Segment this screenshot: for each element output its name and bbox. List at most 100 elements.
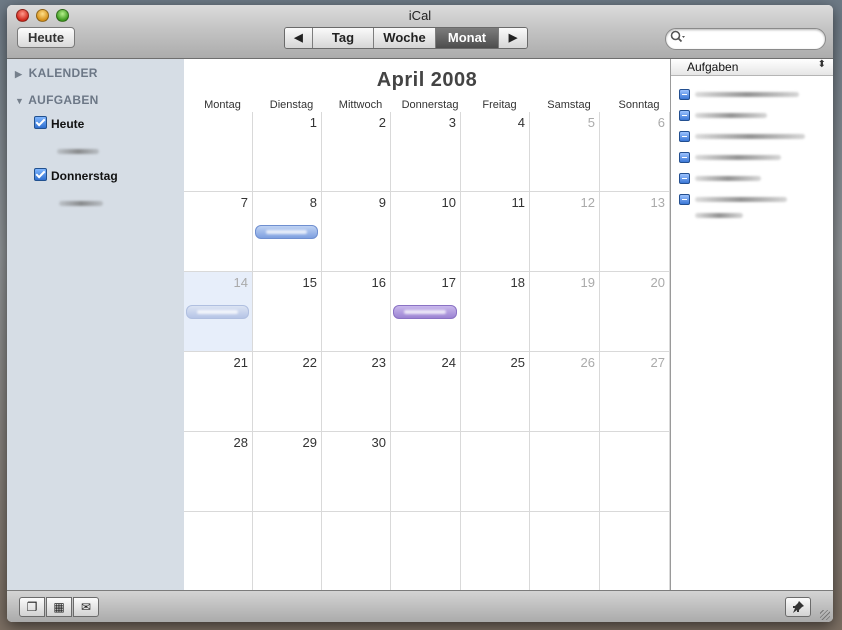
task-group-today[interactable]: Heute bbox=[34, 116, 84, 131]
day-cell[interactable]: 24 bbox=[391, 352, 461, 432]
day-number: 12 bbox=[580, 195, 595, 210]
mini-calendar-icon[interactable]: ▦ bbox=[46, 597, 72, 617]
day-cell[interactable]: 14 bbox=[184, 272, 253, 352]
task-item[interactable] bbox=[679, 87, 829, 101]
tab-month[interactable]: Monat bbox=[436, 28, 499, 48]
day-cell[interactable]: 4 bbox=[461, 112, 530, 192]
task-item[interactable] bbox=[679, 108, 829, 122]
task-checkbox[interactable] bbox=[679, 89, 690, 100]
pushpin-icon[interactable] bbox=[785, 597, 811, 617]
search-input[interactable] bbox=[690, 31, 822, 49]
task-group-thursday[interactable]: Donnerstag bbox=[34, 168, 118, 183]
obscured-task-text bbox=[695, 176, 761, 181]
task-checkbox[interactable] bbox=[679, 131, 690, 142]
empty-day-cell[interactable] bbox=[600, 432, 670, 512]
day-cell[interactable]: 28 bbox=[184, 432, 253, 512]
calendars-toggle-icon[interactable]: ❐ bbox=[19, 597, 45, 617]
task-group-label: Donnerstag bbox=[51, 169, 118, 183]
next-arrow-icon[interactable]: ▶ bbox=[499, 28, 527, 48]
empty-day-cell[interactable] bbox=[391, 432, 461, 512]
task-item[interactable] bbox=[679, 171, 829, 185]
tab-day[interactable]: Tag bbox=[313, 28, 374, 48]
weekday-label: Montag bbox=[204, 99, 241, 111]
empty-day-cell[interactable] bbox=[530, 512, 600, 592]
disclosure-collapsed-icon[interactable]: ▶ bbox=[15, 69, 25, 80]
task-checkbox[interactable] bbox=[679, 173, 690, 184]
empty-day-cell[interactable] bbox=[530, 432, 600, 512]
day-number: 1 bbox=[309, 115, 317, 130]
day-cell[interactable]: 1 bbox=[253, 112, 322, 192]
disclosure-expanded-icon[interactable]: ▼ bbox=[15, 96, 25, 106]
day-number: 30 bbox=[371, 435, 386, 450]
obscured-event-title bbox=[197, 310, 238, 314]
calendar-event[interactable] bbox=[393, 305, 457, 319]
task-group-checkbox[interactable] bbox=[34, 168, 47, 181]
tasks-sort-header[interactable]: Aufgaben ⬍ bbox=[671, 59, 833, 76]
day-cell[interactable]: 5 bbox=[530, 112, 600, 192]
empty-day-cell[interactable] bbox=[600, 512, 670, 592]
empty-day-cell[interactable] bbox=[184, 112, 253, 192]
day-cell[interactable]: 7 bbox=[184, 192, 253, 272]
empty-day-cell[interactable] bbox=[322, 512, 391, 592]
task-group-checkbox[interactable] bbox=[34, 116, 47, 129]
calendars-header-label: KALENDER bbox=[28, 66, 98, 80]
day-cell[interactable]: 29 bbox=[253, 432, 322, 512]
calendar-event[interactable] bbox=[255, 225, 318, 239]
day-cell[interactable]: 8 bbox=[253, 192, 322, 272]
previous-arrow-icon[interactable]: ◀ bbox=[285, 28, 313, 48]
task-checkbox[interactable] bbox=[679, 110, 690, 121]
day-cell[interactable]: 19 bbox=[530, 272, 600, 352]
calendar-event[interactable] bbox=[186, 305, 249, 319]
task-item[interactable] bbox=[679, 150, 829, 164]
day-cell[interactable]: 26 bbox=[530, 352, 600, 432]
ical-window: iCal Heute ◀ Tag Woche Monat ▶ ▶ KALENDE… bbox=[7, 5, 833, 622]
search-icon[interactable] bbox=[670, 30, 686, 47]
day-cell[interactable]: 13 bbox=[600, 192, 670, 272]
day-cell[interactable]: 3 bbox=[391, 112, 461, 192]
notifications-mail-icon[interactable]: ✉ bbox=[73, 597, 99, 617]
day-number: 22 bbox=[302, 355, 317, 370]
day-cell[interactable]: 25 bbox=[461, 352, 530, 432]
day-cell[interactable]: 12 bbox=[530, 192, 600, 272]
task-item[interactable] bbox=[679, 129, 829, 143]
obscured-event-title bbox=[404, 310, 446, 314]
day-cell[interactable]: 2 bbox=[322, 112, 391, 192]
day-cell[interactable]: 11 bbox=[461, 192, 530, 272]
empty-day-cell[interactable] bbox=[461, 512, 530, 592]
tasks-header-label: Aufgaben bbox=[687, 60, 739, 74]
search-field[interactable] bbox=[665, 28, 826, 50]
day-cell[interactable]: 27 bbox=[600, 352, 670, 432]
weekday-label: Sonntag bbox=[618, 99, 660, 111]
tab-week[interactable]: Woche bbox=[374, 28, 436, 48]
day-cell[interactable]: 18 bbox=[461, 272, 530, 352]
day-cell[interactable]: 9 bbox=[322, 192, 391, 272]
sort-arrows-icon[interactable]: ⬍ bbox=[818, 59, 826, 70]
empty-day-cell[interactable] bbox=[184, 512, 253, 592]
empty-day-cell[interactable] bbox=[253, 512, 322, 592]
day-cell[interactable]: 15 bbox=[253, 272, 322, 352]
day-cell[interactable]: 21 bbox=[184, 352, 253, 432]
today-button[interactable]: Heute bbox=[17, 27, 75, 48]
day-number: 11 bbox=[511, 195, 526, 210]
resize-grip-icon[interactable] bbox=[820, 610, 830, 620]
day-cell[interactable]: 6 bbox=[600, 112, 670, 192]
day-cell[interactable]: 17 bbox=[391, 272, 461, 352]
obscured-task-text bbox=[695, 213, 743, 218]
day-cell[interactable]: 23 bbox=[322, 352, 391, 432]
calendars-section-header[interactable]: ▶ KALENDER bbox=[15, 66, 98, 80]
day-cell[interactable]: 30 bbox=[322, 432, 391, 512]
day-number: 15 bbox=[302, 275, 317, 290]
task-item[interactable] bbox=[679, 192, 829, 222]
day-cell[interactable]: 22 bbox=[253, 352, 322, 432]
tasks-section-header[interactable]: ▼ AUFGABEN bbox=[15, 93, 99, 107]
task-checkbox[interactable] bbox=[679, 194, 690, 205]
empty-day-cell[interactable] bbox=[461, 432, 530, 512]
day-cell[interactable]: 20 bbox=[600, 272, 670, 352]
weekday-label: Dienstag bbox=[269, 99, 314, 111]
obscured-task-text bbox=[57, 149, 99, 154]
obscured-event-title bbox=[266, 230, 307, 234]
day-cell[interactable]: 16 bbox=[322, 272, 391, 352]
empty-day-cell[interactable] bbox=[391, 512, 461, 592]
day-cell[interactable]: 10 bbox=[391, 192, 461, 272]
task-checkbox[interactable] bbox=[679, 152, 690, 163]
